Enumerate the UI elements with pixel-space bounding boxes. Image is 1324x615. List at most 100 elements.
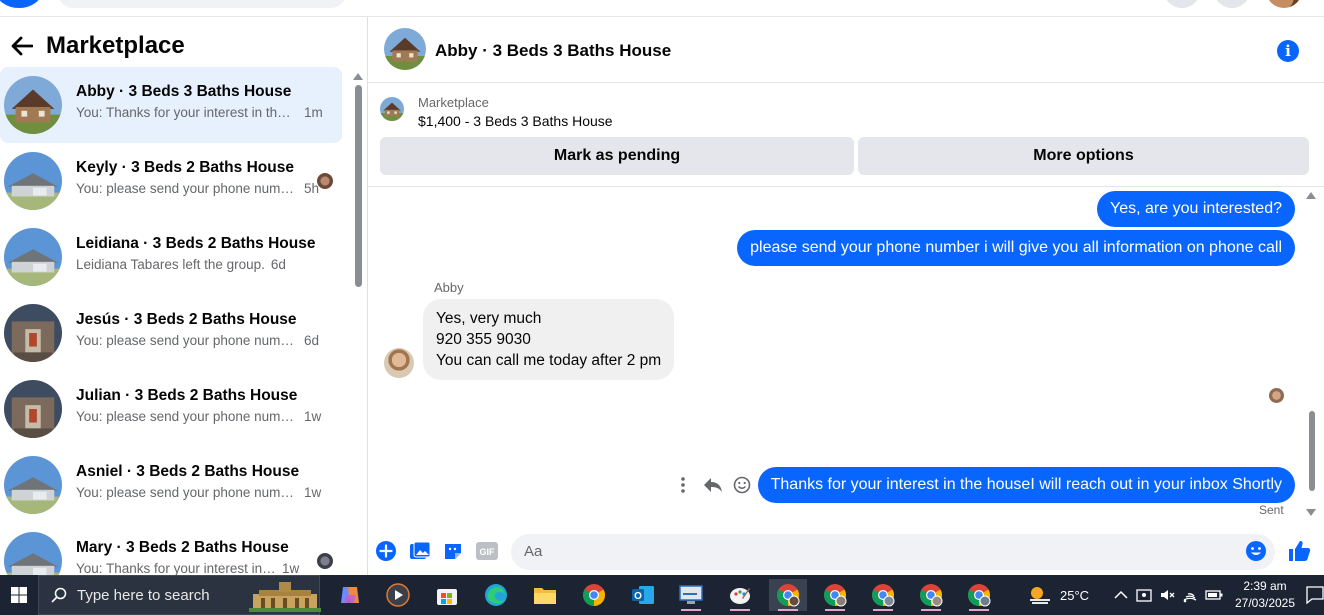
incoming-message[interactable]: Yes, very much 920 355 9030 You can call…	[423, 299, 675, 380]
menu-icon[interactable]	[1164, 0, 1200, 8]
volume-muted-icon[interactable]	[1159, 587, 1175, 603]
battery-icon[interactable]	[1205, 589, 1223, 601]
weather-temperature: 25°C	[1060, 587, 1090, 603]
listing-banner: Marketplace $1,400 - 3 Beds 3 Baths Hous…	[368, 83, 1324, 187]
conversation-item-jesus[interactable]: Jesús · 3 Beds 2 Baths House You: please…	[0, 295, 342, 371]
outgoing-message[interactable]: Thanks for your interest in the houseI w…	[757, 467, 1295, 503]
gif-icon[interactable]: GIF	[476, 540, 498, 562]
scroll-down-arrow-icon[interactable]	[1306, 509, 1316, 516]
taskbar-search-box[interactable]: Type here to search	[38, 575, 321, 615]
conversation-time: 1w	[304, 409, 322, 424]
back-arrow-icon[interactable]	[10, 34, 34, 58]
conversation-snippet: You: please send your phone number i wil…	[76, 333, 298, 348]
running-indicator	[873, 609, 893, 611]
info-icon[interactable]: i	[1277, 40, 1299, 62]
plus-icon[interactable]	[375, 540, 397, 562]
paint-icon[interactable]	[721, 579, 759, 611]
chat-scrollbar[interactable]	[1306, 187, 1318, 529]
listing-price[interactable]: $1,400 - 3 Beds 3 Baths House	[418, 113, 613, 129]
microsoft-store-icon[interactable]	[428, 579, 466, 611]
show-hidden-icons-icon[interactable]	[1114, 590, 1128, 600]
running-indicator	[921, 609, 941, 611]
sidebar-scrollbar[interactable]	[352, 69, 364, 575]
conversation-snippet: You: please send your phone number i wil…	[76, 409, 298, 424]
running-indicator	[730, 609, 750, 611]
clock-date: 27/03/2025	[1234, 596, 1296, 610]
conversation-item-keyly[interactable]: Keyly · 3 Beds 2 Baths House You: please…	[0, 143, 342, 219]
more-actions-icon[interactable]	[672, 474, 694, 496]
running-indicator	[681, 609, 701, 611]
chrome-icon[interactable]	[575, 579, 613, 611]
chrome-profile-3-icon[interactable]	[864, 579, 902, 611]
system-tray	[1114, 575, 1223, 615]
listing-thumbnail	[4, 228, 62, 286]
listing-thumbnail	[4, 380, 62, 438]
copilot-icon[interactable]	[331, 579, 369, 611]
conversation-name: Jesús · 3 Beds 2 Baths House	[76, 311, 297, 328]
reply-icon[interactable]	[702, 474, 724, 496]
chrome-profile-1-icon[interactable]	[769, 579, 807, 611]
outlook-icon[interactable]: O	[624, 579, 662, 611]
media-player-icon[interactable]	[379, 579, 417, 611]
outgoing-message[interactable]: Yes, are you interested?	[1097, 191, 1295, 227]
conversation-item-leidiana[interactable]: Leidiana · 3 Beds 2 Baths House Leidiana…	[0, 219, 342, 295]
mark-as-pending-button[interactable]: Mark as pending	[380, 137, 854, 175]
conversation-name: Abby · 3 Beds 3 Baths House	[76, 83, 292, 100]
chat-title[interactable]: Abby · 3 Beds 3 Baths House	[435, 41, 671, 61]
scroll-up-arrow-icon[interactable]	[1306, 192, 1316, 199]
sticker-icon[interactable]	[442, 540, 464, 562]
running-indicator	[825, 609, 845, 611]
message-line: 920 355 9030	[436, 331, 531, 348]
listing-thumbnail	[4, 304, 62, 362]
weather-widget[interactable]: 25°C	[1028, 575, 1089, 615]
conversation-name: Keyly · 3 Beds 2 Baths House	[76, 159, 294, 176]
message-line: Yes, very much	[436, 310, 542, 327]
notifications-icon[interactable]	[1306, 585, 1324, 605]
conversation-sidebar: Marketplace Abby · 3 Beds 3 Baths House …	[0, 17, 368, 575]
scrollbar-thumb[interactable]	[355, 85, 362, 287]
scrollbar-thumb[interactable]	[1309, 411, 1315, 491]
facebook-logo-icon[interactable]	[0, 0, 42, 8]
file-explorer-icon[interactable]	[526, 579, 564, 611]
search-highlight-image-icon	[249, 582, 321, 612]
weather-sun-icon	[1030, 587, 1050, 604]
listing-small-thumbnail[interactable]	[380, 97, 404, 121]
wifi-icon[interactable]	[1182, 587, 1198, 603]
message-input[interactable]: Aa	[511, 534, 1275, 570]
account-avatar[interactable]	[1266, 0, 1302, 8]
remote-desktop-icon[interactable]	[672, 579, 710, 611]
chrome-profile-4-icon[interactable]	[912, 579, 950, 611]
windows-start-icon[interactable]	[0, 575, 38, 615]
conversation-item-mary[interactable]: Mary · 3 Beds 2 Baths House You: Thanks …	[0, 523, 342, 575]
message-composer: GIF Aa	[368, 529, 1324, 575]
conversation-name: Leidiana · 3 Beds 2 Baths House	[76, 235, 316, 252]
edge-browser-icon[interactable]	[477, 579, 515, 611]
meet-now-icon[interactable]	[1136, 587, 1152, 603]
conversation-snippet: You: please send your phone number i wil…	[76, 181, 298, 196]
conversation-snippet: You: Thanks for your interest in the hou…	[76, 561, 276, 575]
more-options-button[interactable]: More options	[858, 137, 1309, 175]
sender-avatar[interactable]	[384, 348, 414, 378]
conversation-time: 6d	[304, 333, 320, 348]
scroll-up-arrow-icon[interactable]	[353, 73, 363, 80]
messenger-icon[interactable]	[1214, 0, 1250, 8]
conversation-item-abby[interactable]: Abby · 3 Beds 3 Baths House You: Thanks …	[0, 67, 342, 143]
conversation-item-asniel[interactable]: Asniel · 3 Beds 2 Baths House You: pleas…	[0, 447, 342, 523]
emoji-icon[interactable]	[1245, 540, 1267, 562]
conversation-time: 6d	[270, 257, 286, 272]
chat-panel: Abby · 3 Beds 3 Baths House i Marketplac…	[368, 17, 1324, 575]
photo-icon[interactable]	[409, 540, 431, 562]
conversation-name: Mary · 3 Beds 2 Baths House	[76, 539, 289, 556]
chat-listing-thumbnail[interactable]	[384, 28, 426, 70]
thumbs-up-icon[interactable]	[1287, 539, 1311, 563]
taskbar-clock[interactable]: 2:39 am 27/03/2025	[1234, 578, 1296, 612]
chrome-profile-5-icon[interactable]	[960, 579, 998, 611]
react-emoji-icon[interactable]	[731, 474, 753, 496]
conversation-time: 1m	[304, 105, 323, 120]
listing-thumbnail	[4, 532, 62, 575]
outgoing-message[interactable]: please send your phone number i will giv…	[737, 230, 1295, 266]
facebook-search-input[interactable]	[58, 0, 346, 8]
conversation-item-julian[interactable]: Julian · 3 Beds 2 Baths House You: pleas…	[0, 371, 342, 447]
windows-taskbar: Type here to search O 25°C 2:39 am 27/03…	[0, 575, 1324, 615]
chrome-profile-2-icon[interactable]	[816, 579, 854, 611]
